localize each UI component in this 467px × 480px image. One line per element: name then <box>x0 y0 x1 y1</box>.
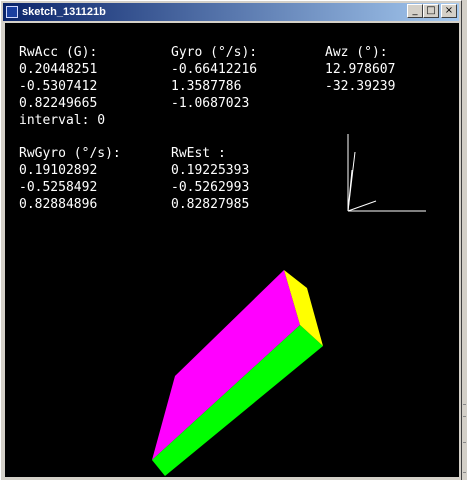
title-bar[interactable]: sketch_131121b _ □ × <box>3 3 459 21</box>
window-edge-ticks <box>462 300 467 480</box>
minimize-button[interactable]: _ <box>407 4 423 18</box>
orientation-box-3d <box>152 270 323 476</box>
app-window: sketch_131121b _ □ × RwAcc (G): 0.204482… <box>0 0 462 480</box>
close-button[interactable]: × <box>441 4 457 18</box>
window-controls: _ □ × <box>407 4 457 18</box>
app-icon <box>6 6 18 18</box>
window-title: sketch_131121b <box>22 6 106 18</box>
maximize-button[interactable]: □ <box>423 4 439 18</box>
sketch-canvas[interactable]: RwAcc (G): 0.20448251 -0.5307412 0.82249… <box>5 23 459 477</box>
